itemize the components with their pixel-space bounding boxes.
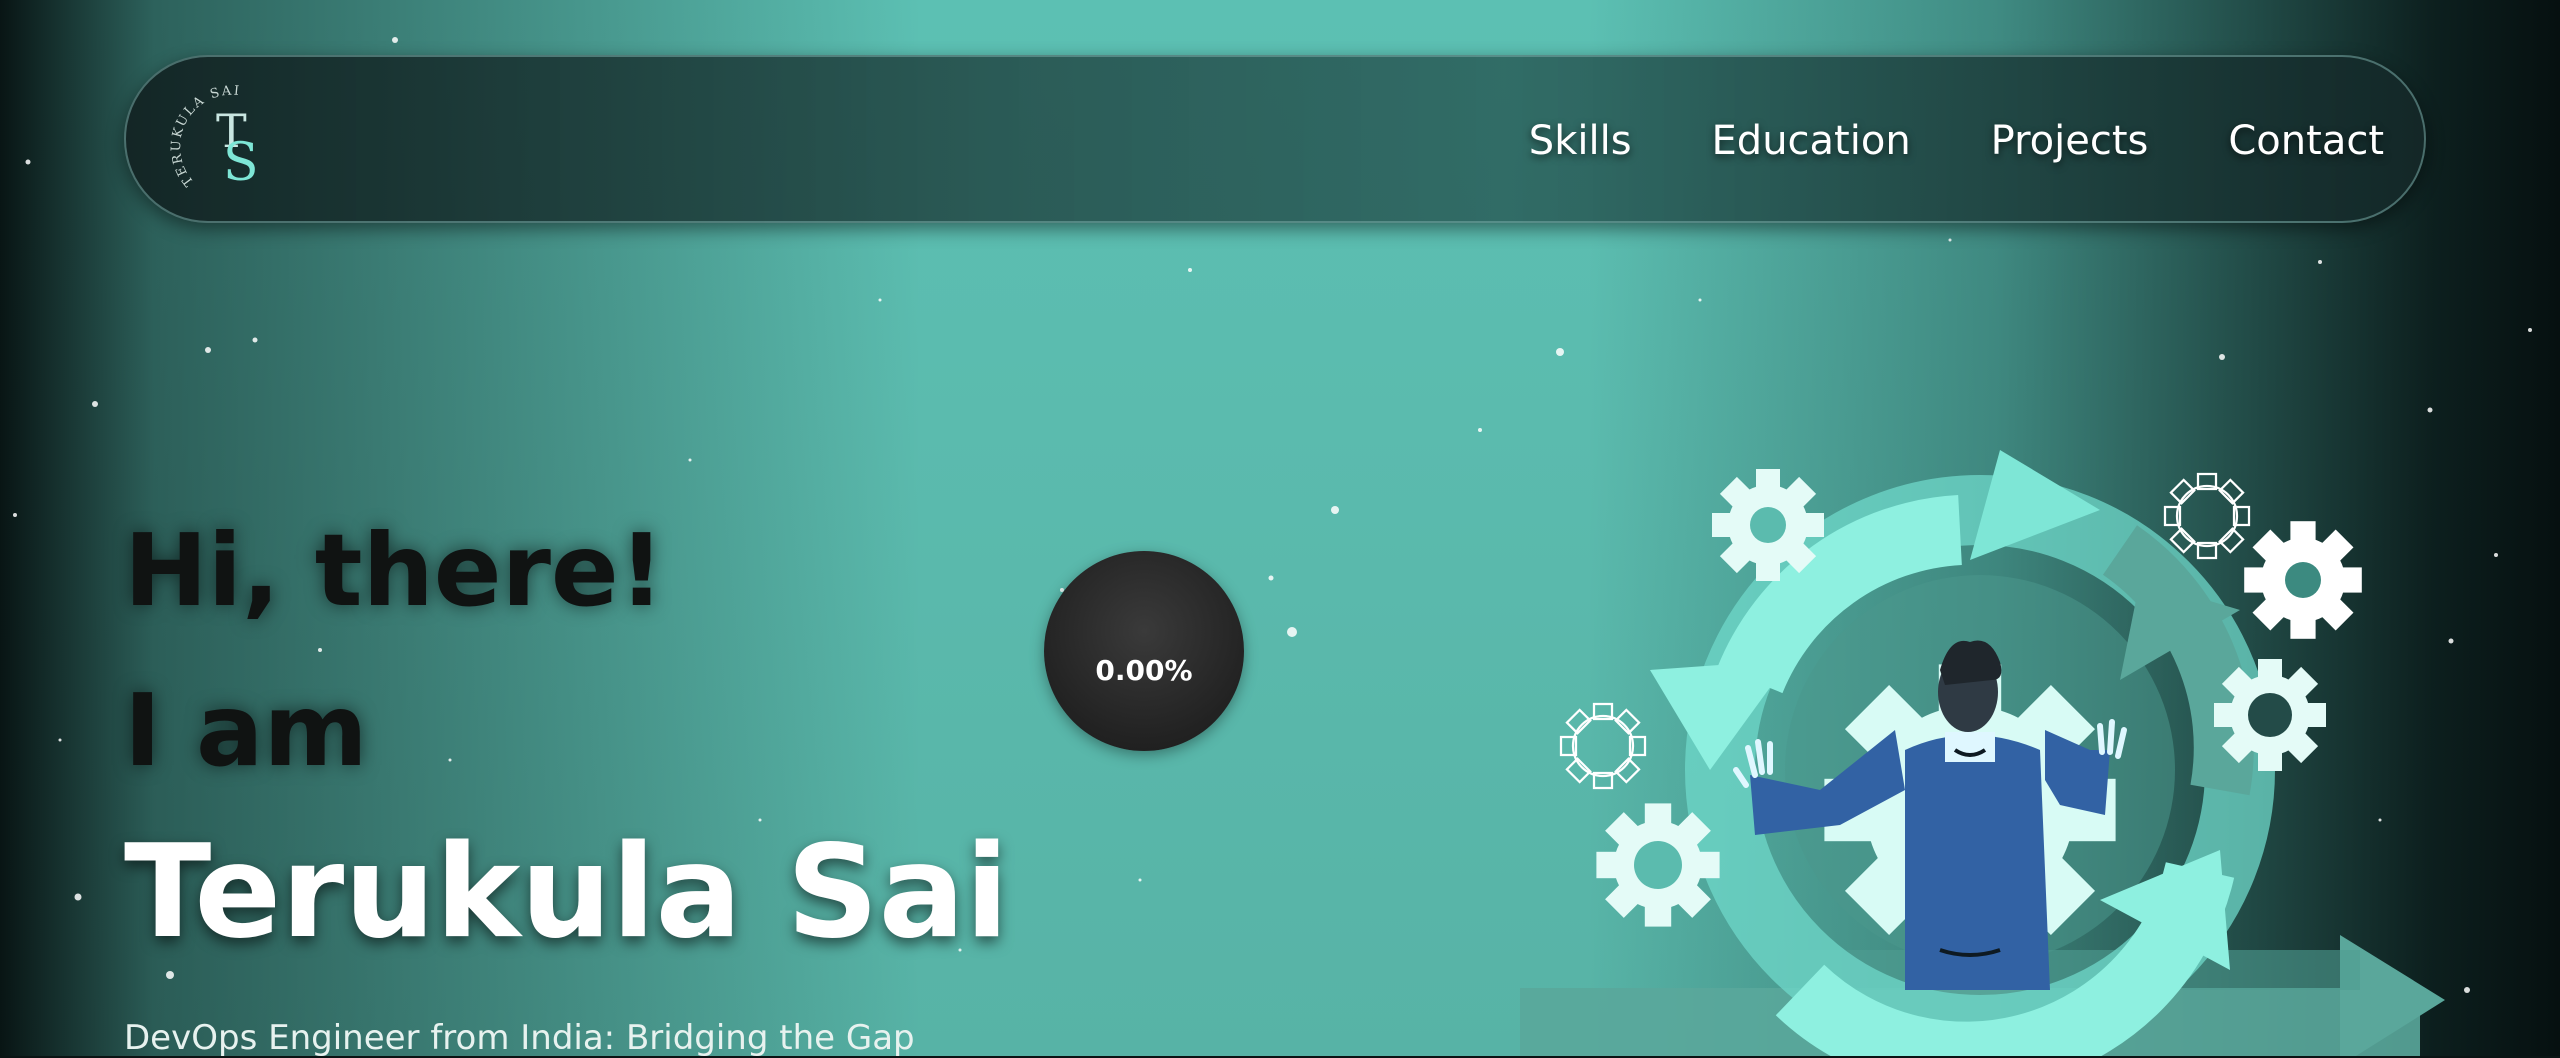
hero-intro: I am [124,672,368,789]
nav-link-contact[interactable]: Contact [2228,118,2384,164]
nav-link-projects[interactable]: Projects [1991,118,2149,164]
progress-value: 0.00% [1095,653,1193,687]
svg-text:S: S [223,133,259,193]
hero-tagline: DevOps Engineer from India: Bridging the… [124,1018,915,1058]
progress-loader: 0.00% [1044,551,1244,751]
nav-links: Skills Education Projects Contact [1529,57,2384,225]
ts-logo-icon[interactable]: TERUKULA SAI T S [166,77,296,207]
nav-link-education[interactable]: Education [1712,118,1911,164]
top-navbar: TERUKULA SAI T S Skills Education Projec… [124,55,2426,223]
devops-cycle-illustration [1520,450,2445,1056]
hero-greeting: Hi, there! [124,512,665,629]
hero-name: Terukula Sai [124,818,1009,967]
nav-link-skills[interactable]: Skills [1529,118,1632,164]
